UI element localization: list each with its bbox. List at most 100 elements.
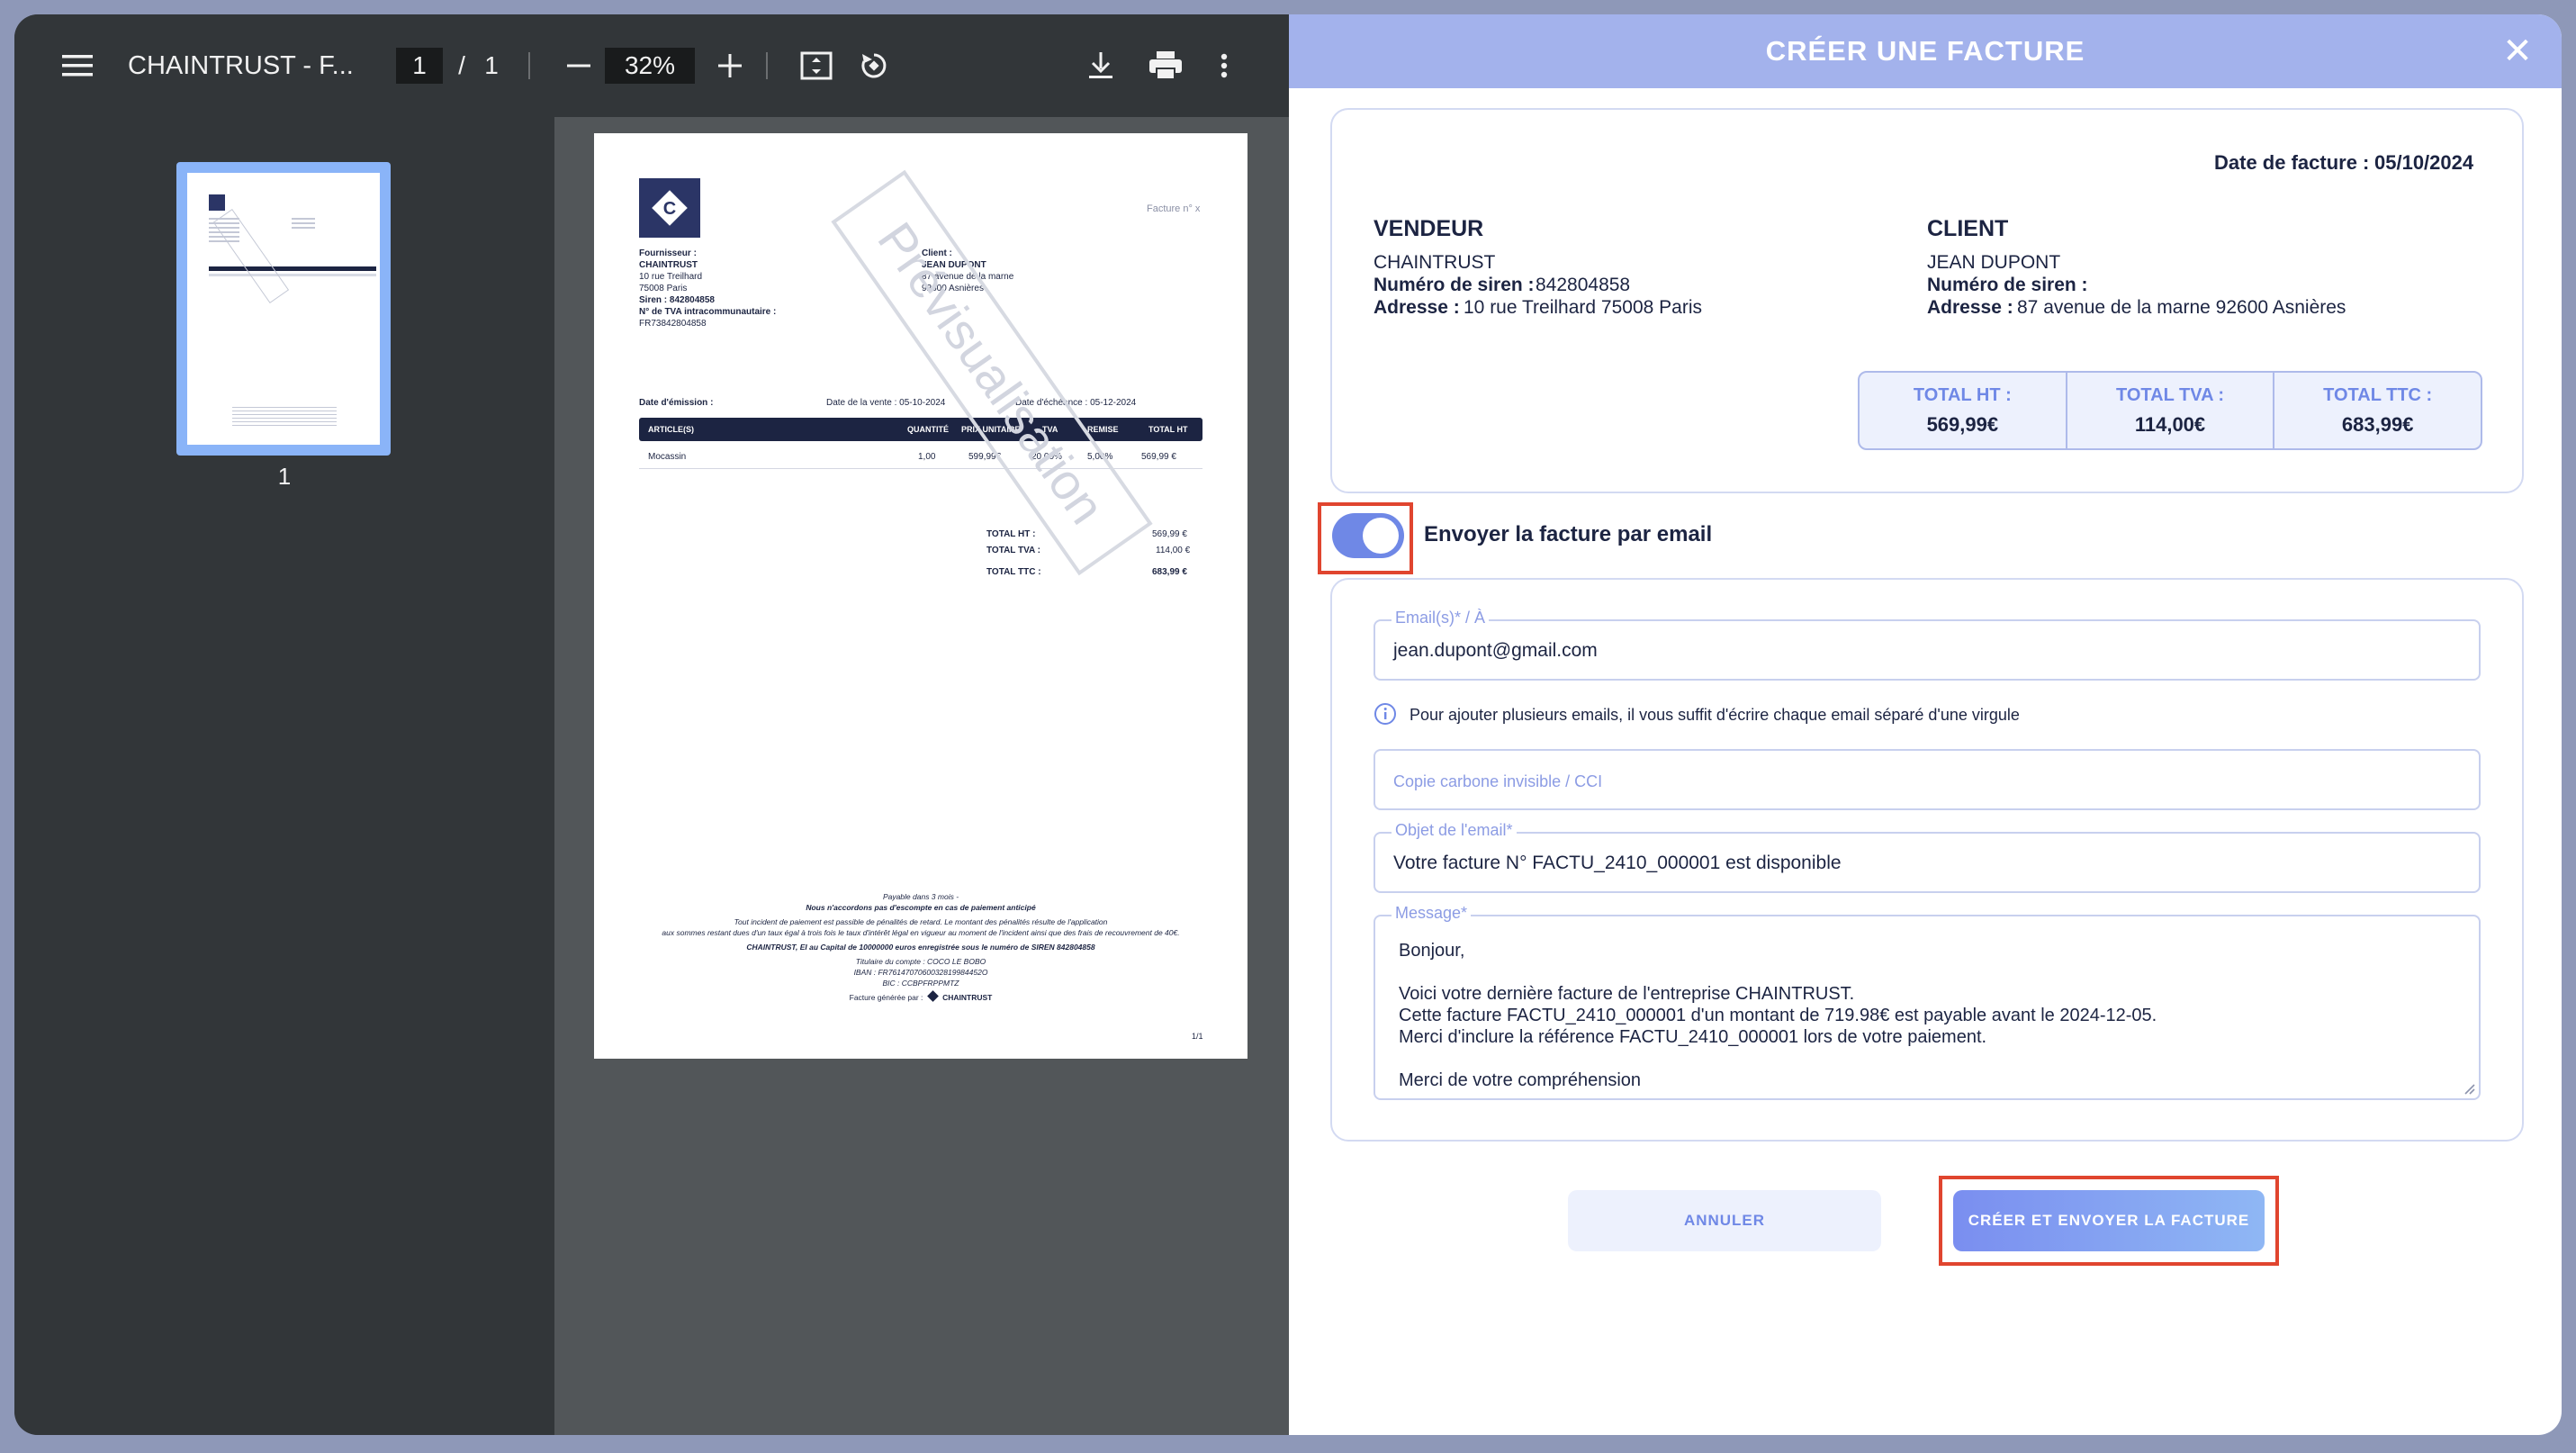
client-name: JEAN DUPONT (1927, 252, 2061, 273)
zoom-wrap: 32% (605, 14, 695, 117)
pdf-total-tva-label: TOTAL TVA : (986, 546, 1040, 555)
pdf-watermark-text: Prévisualisation (867, 212, 1117, 534)
pdf-page: C Facture n° x Fournisseur : CHAINTRUST … (594, 133, 1247, 1059)
pdf-footer-line-8: BIC : CCBPFRPPMTZ (882, 979, 959, 988)
pdf-toolbar: CHAINTRUST - F... 1 / 1 32% (14, 14, 1289, 117)
seller-name: CHAINTRUST (1374, 252, 1496, 273)
pdf-supplier-address-2: 75008 Paris (639, 284, 688, 293)
thumbnail-footer (232, 407, 337, 427)
thumbnail-sidebar: 1 (14, 117, 554, 1435)
message-line-4: Cette facture FACTU_2410_000001 d'un mon… (1399, 1006, 2157, 1025)
total-tva-cell: TOTAL TVA : 114,00€ (2067, 373, 2275, 448)
more-vertical-icon (1220, 53, 1228, 78)
seller-siren-label: Numéro de siren : (1374, 275, 1535, 295)
total-tva-label: TOTAL TVA : (2116, 384, 2224, 405)
subject-field[interactable]: Objet de l'email* Votre facture N° FACTU… (1374, 821, 2481, 893)
cci-placeholder: Copie carbone invisible / CCI (1393, 772, 1603, 790)
close-icon: ✕ (2502, 32, 2533, 71)
message-line-5: Merci d'inclure la référence FACTU_2410_… (1399, 1027, 1987, 1047)
subject-field-label: Objet de l'email* (1392, 821, 1517, 840)
message-field-label: Message* (1392, 904, 1472, 923)
modal-header: CRÉER UNE FACTURE ✕ (1289, 14, 2562, 88)
pdf-footer-line-6: Titulaire du compte : COCO LE BOBO (855, 957, 986, 966)
total-ttc-label: TOTAL TTC : (2323, 384, 2433, 405)
pdf-row-quantite: 1,00 (918, 452, 936, 462)
invoice-date-value: 05/10/2024 (2374, 151, 2474, 174)
seller-address: 10 rue Treilhard 75008 Paris (1464, 297, 1702, 318)
client-address-label: Adresse : (1927, 297, 2013, 318)
seller-heading: VENDEUR (1374, 216, 1484, 241)
thumbnail-selected[interactable] (176, 162, 391, 456)
message-body: Bonjour, Voici votre dernière facture de… (1399, 940, 2157, 1091)
subject-field-value: Votre facture N° FACTU_2410_000001 est d… (1393, 853, 1842, 873)
message-line-1: Bonjour, (1399, 941, 1465, 961)
pdf-footer-brand: CHAINTRUST (942, 993, 993, 1002)
svg-text:C: C (663, 199, 676, 219)
cci-field[interactable]: Copie carbone invisible / CCI (1374, 749, 2481, 810)
create-and-send-button[interactable]: CRÉER ET ENVOYER LA FACTURE (1953, 1190, 2265, 1251)
pdf-total-tva: 114,00 € (1156, 546, 1191, 555)
pdf-viewer: CHAINTRUST - F... 1 / 1 32% 1 C Facture … (14, 14, 1289, 1435)
pdf-footer-line-5: CHAINTRUST, EI au Capital de 10000000 eu… (746, 943, 1095, 952)
message-field[interactable]: Message* Bonjour, Voici votre dernière f… (1374, 904, 2481, 1100)
info-icon (1374, 702, 1397, 726)
zoom-input[interactable]: 32% (605, 48, 695, 84)
more-options-button[interactable] (1206, 14, 1242, 117)
total-ht-value: 569,99€ (1926, 412, 1999, 436)
zoom-in-button[interactable] (707, 14, 752, 117)
menu-button[interactable] (50, 14, 104, 117)
client-address: 87 avenue de la marne 92600 Asnières (2017, 297, 2346, 318)
pdf-watermark: Prévisualisation (831, 169, 1153, 576)
printer-icon (1149, 51, 1182, 80)
thumbnail-logo (209, 194, 225, 211)
resize-handle-icon[interactable] (2463, 1082, 2475, 1095)
pdf-page-area: C Facture n° x Fournisseur : CHAINTRUST … (554, 117, 1289, 1435)
pdf-supplier-tva: FR73842804858 (639, 319, 707, 329)
print-button[interactable] (1143, 14, 1188, 117)
page-separator: / (458, 51, 465, 79)
pdf-footer-line-4: aux sommes restant dues d'un taux égal à… (662, 928, 1180, 937)
pdf-footer-logo-icon (926, 990, 939, 1002)
client-siren-label: Numéro de siren : (1927, 275, 2088, 295)
cancel-button[interactable]: ANNULER (1568, 1190, 1881, 1251)
page-number-input[interactable]: 1 (396, 48, 443, 84)
pdf-date-vente: Date de la vente : 05-10-2024 (826, 398, 946, 408)
rotate-button[interactable] (851, 14, 896, 117)
toggle-knob (1363, 518, 1399, 554)
page-number-wrap: 1 (396, 14, 443, 117)
toolbar-divider-2 (765, 14, 769, 117)
seller-address-label: Adresse : (1374, 297, 1460, 318)
send-email-toggle[interactable] (1332, 513, 1404, 558)
pdf-total-ht: 569,99 € (1152, 529, 1187, 539)
pdf-footer-generated: Facture générée par : CHAINTRUST (594, 990, 1247, 1003)
seller-siren: 842804858 (1536, 275, 1631, 295)
total-tva-value: 114,00€ (2134, 412, 2206, 436)
totals-box: TOTAL HT : 569,99€ TOTAL TVA : 114,00€ T… (1858, 371, 2482, 450)
pdf-footer-line-1: Payable dans 3 mois - (882, 892, 959, 901)
pdf-row-divider (639, 468, 1202, 469)
minus-icon (567, 64, 590, 68)
invoice-date-label: Date de facture : (2214, 151, 2370, 174)
pdf-supplier-name: CHAINTRUST (639, 260, 698, 270)
pdf-invoice-number: Facture n° x (1147, 203, 1201, 214)
thumbnail-table-header (209, 266, 376, 271)
close-button[interactable]: ✕ (2497, 31, 2538, 72)
email-field[interactable]: Email(s)* / À jean.dupont@gmail.com (1374, 609, 2481, 681)
pdf-th-quantite: QUANTITÉ (907, 425, 949, 434)
plus-icon (718, 54, 742, 77)
pdf-row-total: 569,99 € (1141, 452, 1176, 462)
fit-page-icon (800, 51, 833, 80)
download-button[interactable] (1078, 14, 1123, 117)
modal-title: CRÉER UNE FACTURE (1765, 35, 2085, 67)
thumbnail-watermark (212, 209, 290, 304)
thumbnail-label: 1 (277, 463, 292, 490)
send-email-label: Envoyer la facture par email (1424, 522, 1713, 546)
zoom-out-button[interactable] (556, 14, 601, 117)
pdf-th-total: TOTAL HT (1148, 425, 1188, 434)
pdf-total-ttc-label: TOTAL TTC : (986, 567, 1041, 577)
download-icon (1089, 52, 1112, 78)
pdf-page-number: 1/1 (1192, 1032, 1203, 1041)
total-ttc-cell: TOTAL TTC : 683,99€ (2274, 373, 2481, 448)
email-field-label: Email(s)* / À (1392, 609, 1490, 627)
fit-page-button[interactable] (794, 14, 839, 117)
